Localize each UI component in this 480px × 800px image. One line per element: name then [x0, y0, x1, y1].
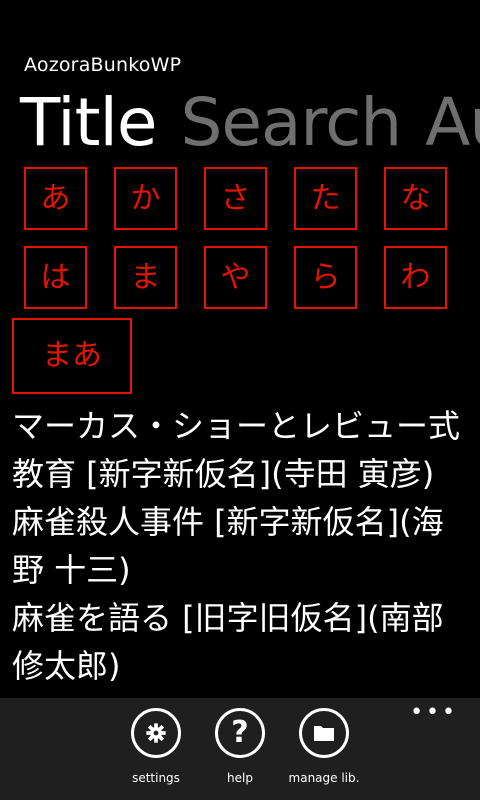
book-item[interactable]: 麻雀殺人事件 [新字新仮名](海野 十三) [12, 498, 472, 594]
kana-button-ya[interactable]: や [204, 246, 267, 309]
question-icon: ? [215, 708, 265, 758]
prefix-filter-button[interactable]: まあ [12, 318, 132, 394]
help-label: help [227, 771, 253, 785]
kana-button-sa[interactable]: さ [204, 167, 267, 230]
folder-icon [299, 708, 349, 758]
pivot-tab-title[interactable]: Title [20, 84, 157, 161]
book-item[interactable]: 麻雀を語る [旧字旧仮名](南部 修太郎) [12, 594, 472, 690]
kana-button-na[interactable]: な [384, 167, 447, 230]
help-button[interactable]: ? help [195, 708, 285, 785]
kana-button-ma[interactable]: ま [114, 246, 177, 309]
kana-button-ta[interactable]: た [294, 167, 357, 230]
manage-library-button[interactable]: manage lib. [279, 708, 369, 785]
more-options-icon[interactable]: ••• [410, 702, 458, 724]
kana-button-ka[interactable]: か [114, 167, 177, 230]
settings-label: settings [132, 771, 180, 785]
kana-button-wa[interactable]: わ [384, 246, 447, 309]
pivot-tab-search[interactable]: Search [180, 84, 402, 161]
kana-button-a[interactable]: あ [24, 167, 87, 230]
pivot-header: Title Search Au [20, 80, 480, 170]
pivot-tab-author[interactable]: Au [425, 84, 480, 161]
app-title: AozoraBunkoWP [24, 54, 182, 76]
settings-button[interactable]: settings [111, 708, 201, 785]
app-bar: ••• settings ? help manage lib. [0, 698, 480, 800]
gear-icon [131, 708, 181, 758]
book-item[interactable]: マーカス・ショーとレビュー式教育 [新字新仮名](寺田 寅彦) [12, 402, 472, 498]
kana-button-ra[interactable]: ら [294, 246, 357, 309]
manage-library-label: manage lib. [288, 771, 360, 785]
kana-button-ha[interactable]: は [24, 246, 87, 309]
book-list: マーカス・ショーとレビュー式教育 [新字新仮名](寺田 寅彦) 麻雀殺人事件 [… [12, 402, 472, 702]
app-screen: AozoraBunkoWP TitleSearchAu あ か さ た な は … [0, 0, 480, 800]
